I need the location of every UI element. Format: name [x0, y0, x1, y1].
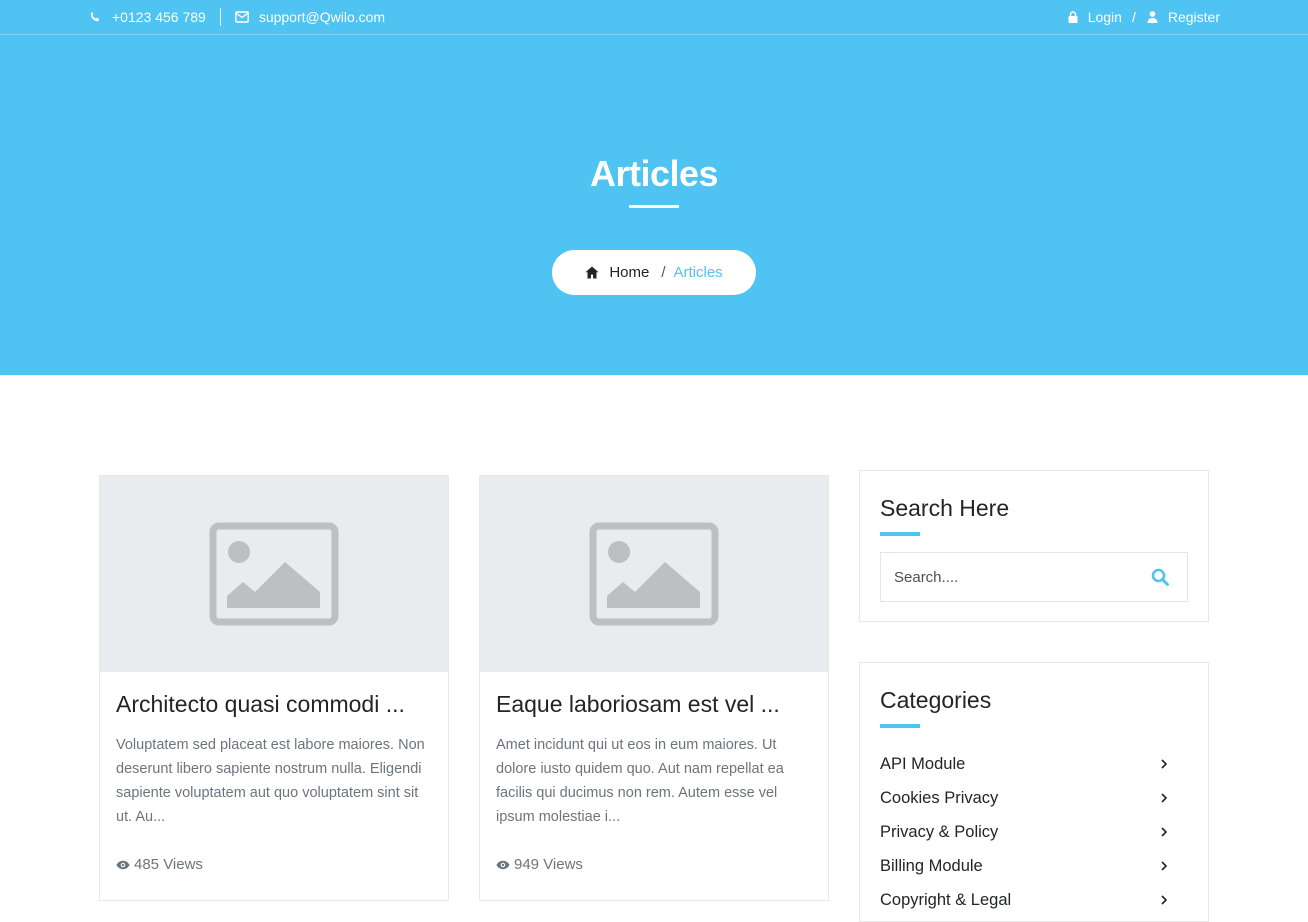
- breadcrumb-home-link[interactable]: Home: [585, 264, 649, 281]
- login-label: Login: [1087, 9, 1122, 25]
- widget-title-underline: [880, 724, 920, 728]
- chevron-right-icon: [1160, 861, 1170, 871]
- category-item[interactable]: Privacy & Policy: [880, 815, 1170, 849]
- register-label: Register: [1167, 9, 1220, 25]
- phone-number: +0123 456 789: [112, 9, 206, 25]
- account-links: Login / Register: [1066, 8, 1220, 26]
- home-icon: [585, 266, 599, 280]
- phone-icon: [88, 10, 102, 24]
- category-item[interactable]: Copyright & Legal: [880, 883, 1170, 917]
- article-card[interactable]: Architecto quasi commodi ... Voluptatem …: [99, 475, 449, 901]
- page-header-banner: Articles Home / Articles: [0, 35, 1308, 375]
- phone-link[interactable]: +0123 456 789: [88, 9, 206, 25]
- category-label: Copyright & Legal: [880, 890, 1012, 909]
- image-placeholder-icon: [589, 522, 719, 626]
- categories-widget: Categories API Module Cookies Privacy Pr…: [859, 662, 1209, 922]
- login-link[interactable]: Login: [1066, 9, 1122, 25]
- eye-icon: [116, 858, 130, 872]
- chevron-right-icon: [1160, 759, 1170, 769]
- chevron-right-icon: [1160, 895, 1170, 905]
- top-bar: +0123 456 789 support@Qwilo.com Login / …: [0, 0, 1308, 35]
- account-separator: /: [1131, 9, 1136, 25]
- article-title[interactable]: Eaque laboriosam est vel ...: [496, 691, 816, 718]
- search-widget-title: Search Here: [880, 495, 1010, 521]
- article-thumbnail[interactable]: [100, 476, 448, 672]
- article-excerpt: Amet incidunt qui ut eos in eum maiores.…: [496, 737, 784, 825]
- search-box: [880, 552, 1188, 602]
- lock-icon: [1066, 10, 1080, 24]
- category-list: API Module Cookies Privacy Privacy & Pol…: [880, 747, 1170, 917]
- category-item[interactable]: API Module: [880, 747, 1170, 781]
- envelope-icon: [234, 10, 249, 24]
- category-label: API Module: [880, 754, 966, 773]
- article-card[interactable]: Eaque laboriosam est vel ... Amet incidu…: [479, 475, 829, 901]
- register-link[interactable]: Register: [1146, 9, 1220, 25]
- eye-icon: [496, 858, 510, 872]
- title-underline: [629, 205, 679, 208]
- breadcrumb: Home / Articles: [552, 250, 756, 295]
- breadcrumb-home-label: Home: [609, 264, 650, 281]
- article-views: 485 Views: [116, 856, 203, 873]
- widget-title-underline: [880, 532, 920, 536]
- article-excerpt: Voluptatem sed placeat est labore maiore…: [116, 737, 425, 825]
- search-icon: [1151, 568, 1169, 586]
- search-button[interactable]: [1151, 568, 1169, 586]
- page-title: Articles: [589, 153, 719, 194]
- breadcrumb-separator: /: [661, 264, 666, 281]
- search-input[interactable]: [881, 553, 1131, 601]
- chevron-right-icon: [1160, 827, 1170, 837]
- chevron-right-icon: [1160, 793, 1170, 803]
- article-views: 949 Views: [496, 856, 583, 873]
- search-widget: Search Here: [859, 470, 1209, 622]
- article-thumbnail[interactable]: [480, 476, 828, 672]
- user-icon: [1146, 10, 1160, 24]
- breadcrumb-current: Articles: [673, 264, 723, 281]
- image-placeholder-icon: [209, 522, 339, 626]
- email-address: support@Qwilo.com: [258, 9, 386, 25]
- divider: [219, 8, 221, 26]
- categories-widget-title: Categories: [880, 687, 992, 713]
- category-label: Cookies Privacy: [880, 788, 999, 807]
- views-count: 949 Views: [514, 856, 583, 873]
- email-link[interactable]: support@Qwilo.com: [234, 9, 386, 25]
- category-label: Billing Module: [880, 856, 983, 875]
- category-item[interactable]: Billing Module: [880, 849, 1170, 883]
- category-item[interactable]: Cookies Privacy: [880, 781, 1170, 815]
- views-count: 485 Views: [134, 856, 203, 873]
- contact-info: +0123 456 789 support@Qwilo.com: [88, 8, 385, 26]
- category-label: Privacy & Policy: [880, 822, 999, 841]
- article-title[interactable]: Architecto quasi commodi ...: [116, 691, 436, 718]
